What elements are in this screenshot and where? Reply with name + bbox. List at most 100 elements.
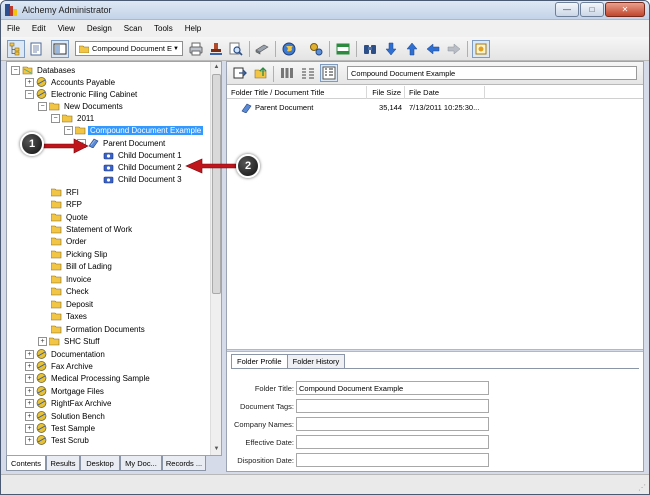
expand-icon[interactable]: + <box>25 361 34 371</box>
tree-node-picking-slip[interactable]: Picking Slip <box>51 248 109 260</box>
tree-node-mortgage-files[interactable]: + Mortgage Files <box>25 385 106 397</box>
collapse-icon[interactable]: − <box>77 138 86 148</box>
tab-records[interactable]: Records ... <box>162 456 206 471</box>
large-icons-button[interactable] <box>278 64 296 82</box>
expand-icon[interactable]: + <box>25 77 34 87</box>
collapse-icon[interactable]: − <box>11 65 20 75</box>
export-button[interactable] <box>231 64 249 82</box>
column-header-title[interactable]: Folder Title / Document Title <box>227 86 367 99</box>
preview-button[interactable] <box>51 40 69 58</box>
tree-node-solution-bench[interactable]: + Solution Bench <box>25 410 107 422</box>
tree-node-fax-archive[interactable]: + Fax Archive <box>25 360 95 372</box>
menu-view[interactable]: View <box>58 24 75 33</box>
document-list-row[interactable]: Parent Document 35,144 7/13/2011 10:25:3… <box>227 101 643 114</box>
tree-node-new-documents[interactable]: − New Documents <box>38 100 125 112</box>
tree-scrollbar[interactable]: ▲ ▼ <box>210 62 221 455</box>
disposition-date-input[interactable] <box>296 453 489 467</box>
expand-icon[interactable]: + <box>25 349 34 359</box>
print-button[interactable] <box>187 40 205 58</box>
database-combo[interactable]: Compound Document E ▼ <box>75 41 183 56</box>
tree-node-databases[interactable]: − Databases <box>11 64 77 76</box>
tree-node-documentation[interactable]: + Documentation <box>25 348 107 360</box>
tree-node-rightfax-archive[interactable]: + RightFax Archive <box>25 397 113 409</box>
back-button[interactable] <box>424 40 442 58</box>
document-tags-input[interactable] <box>296 399 489 413</box>
scroll-down-icon[interactable]: ▼ <box>211 444 222 455</box>
tree-node-formation-documents[interactable]: Formation Documents <box>51 323 147 335</box>
tab-desktop[interactable]: Desktop <box>80 456 120 471</box>
tree-node-compound-document-example[interactable]: − Compound Document Example <box>64 124 204 136</box>
expand-icon[interactable]: + <box>25 373 34 383</box>
tree-node-child-document-3[interactable]: Child Document 3 <box>103 173 184 185</box>
tree-node-invoice[interactable]: Invoice <box>51 273 93 285</box>
menu-scan[interactable]: Scan <box>124 24 142 33</box>
tree-node-shc-stuff[interactable]: + SHC Stuff <box>38 335 101 347</box>
menu-tools[interactable]: Tools <box>154 24 173 33</box>
tree-node-statement-of-work[interactable]: Statement of Work <box>51 223 134 235</box>
collapse-icon[interactable]: − <box>38 101 47 111</box>
details-view-button[interactable] <box>320 64 338 82</box>
column-header-file-date[interactable]: File Date <box>405 86 485 99</box>
expand-icon[interactable]: + <box>25 435 34 445</box>
tree-node-rfp[interactable]: RFP <box>51 198 84 210</box>
tab-folder-history[interactable]: Folder History <box>286 354 346 368</box>
stamp-button[interactable] <box>207 40 225 58</box>
company-names-input[interactable] <box>296 417 489 431</box>
tab-contents[interactable]: Contents <box>6 456 46 471</box>
tree-node-order[interactable]: Order <box>51 235 88 247</box>
scrollbar-thumb[interactable] <box>212 74 221 294</box>
menu-design[interactable]: Design <box>87 24 112 33</box>
folder-title-input[interactable]: Compound Document Example <box>296 381 489 395</box>
tree-node-check[interactable]: Check <box>51 285 91 297</box>
tab-results[interactable]: Results <box>46 456 80 471</box>
tree-view-button[interactable] <box>7 40 25 58</box>
launch-button[interactable] <box>472 40 490 58</box>
tree-node-test-scrub[interactable]: + Test Scrub <box>25 434 91 446</box>
expand-icon[interactable]: + <box>25 411 34 421</box>
tree-node-parent-document[interactable]: − Parent Document <box>77 137 167 149</box>
split-view-button[interactable] <box>334 40 352 58</box>
expand-icon[interactable]: + <box>25 386 34 396</box>
up-folder-button[interactable] <box>252 64 270 82</box>
pane-splitter[interactable] <box>227 349 643 352</box>
menu-edit[interactable]: Edit <box>32 24 46 33</box>
close-button[interactable]: ✕ <box>605 2 645 17</box>
resize-grip-icon[interactable]: ⋰ <box>638 483 646 492</box>
minimize-button[interactable]: ― <box>555 2 579 17</box>
forward-button[interactable] <box>445 40 463 58</box>
tree-node-electronic-filing-cabinet[interactable]: − Electronic Filing Cabinet <box>25 88 139 100</box>
list-view-button[interactable] <box>299 64 317 82</box>
collapse-icon[interactable]: − <box>25 89 34 99</box>
document-view-button[interactable] <box>27 40 45 58</box>
tree-node-2011[interactable]: − 2011 <box>51 112 96 124</box>
collapse-icon[interactable]: − <box>51 113 60 123</box>
move-up-button[interactable] <box>403 40 421 58</box>
tree-node-test-sample[interactable]: + Test Sample <box>25 422 97 434</box>
tree-node-deposit[interactable]: Deposit <box>51 298 95 310</box>
tree-node-accounts-payable[interactable]: + Accounts Payable <box>25 76 117 88</box>
move-down-button[interactable] <box>382 40 400 58</box>
expand-icon[interactable]: + <box>38 336 47 346</box>
web-button[interactable] <box>280 40 298 58</box>
settings-button[interactable] <box>307 40 325 58</box>
scan-button[interactable] <box>253 40 271 58</box>
tree-node-child-document-1[interactable]: Child Document 1 <box>103 149 184 161</box>
effective-date-input[interactable] <box>296 435 489 449</box>
scroll-up-icon[interactable]: ▲ <box>211 62 222 73</box>
tree-node-child-document-2[interactable]: Child Document 2 <box>103 161 184 173</box>
tree-node-bill-of-lading[interactable]: Bill of Lading <box>51 260 114 272</box>
search-button[interactable] <box>227 40 245 58</box>
maximize-button[interactable]: □ <box>580 2 604 17</box>
expand-icon[interactable]: + <box>25 398 34 408</box>
expand-icon[interactable]: + <box>25 423 34 433</box>
tree-node-rfi[interactable]: RFI <box>51 186 81 198</box>
tab-my-documents[interactable]: My Doc... <box>120 456 162 471</box>
collapse-icon[interactable]: − <box>64 125 73 135</box>
menu-file[interactable]: File <box>7 24 20 33</box>
tree-node-quote[interactable]: Quote <box>51 211 90 223</box>
tree-node-taxes[interactable]: Taxes <box>51 310 89 322</box>
tree-node-medical-processing-sample[interactable]: + Medical Processing Sample <box>25 372 152 384</box>
find-button[interactable] <box>361 40 379 58</box>
tab-folder-profile[interactable]: Folder Profile <box>231 354 288 368</box>
menu-help[interactable]: Help <box>185 24 201 33</box>
